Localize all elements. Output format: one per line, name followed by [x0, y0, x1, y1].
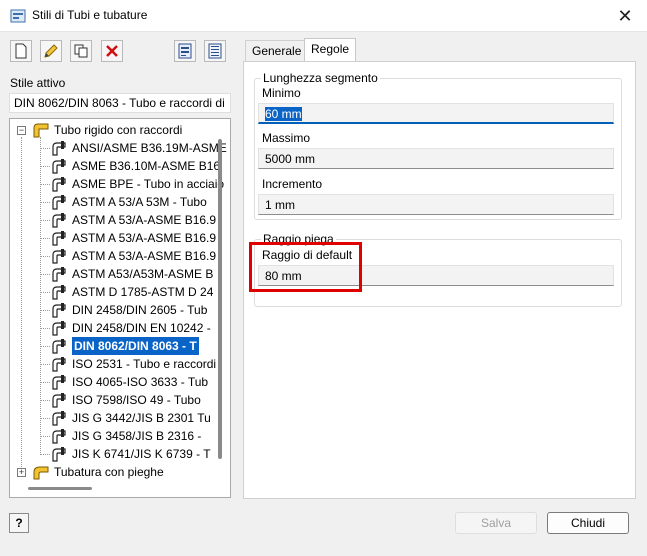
tree-node-label: Tubo rigido con raccordi [54, 123, 183, 137]
close-button[interactable]: Chiudi [547, 512, 629, 534]
tree-item-label: DIN 2458/DIN EN 10242 - [72, 321, 211, 335]
tree-item-style[interactable]: JIS G 3442/JIS B 2301 Tu [10, 409, 216, 427]
pipe-fitting-icon [52, 267, 66, 282]
tree-item-label: ASTM A 53/A 53M - Tubo [72, 195, 207, 209]
increment-label: Incremento [262, 177, 323, 191]
tree-item-label: ASTM A 53/A-ASME B16.9 [72, 249, 217, 263]
delete-style-button[interactable] [101, 40, 123, 62]
title-bar: Stili di Tubi e tubature ✕ [0, 0, 647, 32]
tree-item-style[interactable]: ASTM A 53/A 53M - Tubo [10, 193, 216, 211]
pipe-fitting-icon [52, 231, 66, 246]
pipe-fitting-icon [52, 375, 66, 390]
tree-item-style[interactable]: ASTM D 1785-ASTM D 24 [10, 283, 216, 301]
tree-item-label: ASTM A 53/A-ASME B16.9 [72, 213, 217, 227]
pipe-fitting-icon [52, 177, 66, 192]
edit-pencil-icon [44, 44, 58, 58]
app-icon [10, 9, 26, 23]
tree-item-label: ANSI/ASME B36.19M-ASME [72, 141, 227, 155]
tree-item-style[interactable]: ISO 4065-ISO 3633 - Tub [10, 373, 216, 391]
tree-item-label: DIN 2458/DIN 2605 - Tub [72, 303, 208, 317]
style-tree[interactable]: − Tubo rigido con raccordi ANSI/ASME B36… [9, 118, 231, 498]
increment-input[interactable]: 1 mm [258, 194, 614, 215]
close-window-button[interactable]: ✕ [613, 4, 637, 28]
tree-item-style[interactable]: ISO 7598/ISO 49 - Tubo [10, 391, 216, 409]
pipe-fitting-icon [52, 339, 66, 354]
tree-item-style[interactable]: ASTM A53/A53M-ASME B [10, 265, 216, 283]
pipe-fitting-icon [52, 357, 66, 372]
active-style-field: DIN 8062/DIN 8063 - Tubo e raccordi di [9, 93, 231, 113]
tree-item-label: JIS G 3458/JIS B 2316 - [72, 429, 202, 443]
pipe-folder-icon [33, 123, 49, 138]
tree-item-label: JIS G 3442/JIS B 2301 Tu [72, 411, 211, 425]
tree-node-label: Tubatura con pieghe [54, 465, 164, 479]
tree-item-style[interactable]: DIN 8062/DIN 8063 - T [10, 337, 216, 355]
tree-node-bent-pipe[interactable]: + Tubatura con pieghe [10, 463, 220, 481]
import-icon [178, 43, 192, 59]
copy-icon [74, 44, 88, 58]
tree-node-rigid-pipe[interactable]: − Tubo rigido con raccordi [10, 121, 220, 139]
window-title: Stili di Tubi e tubature [32, 8, 148, 22]
tab-generale[interactable]: Generale [245, 40, 309, 62]
tree-item-label: ASME BPE - Tubo in acciaio [72, 177, 225, 191]
tree-item-style[interactable]: ISO 2531 - Tubo e raccordi [10, 355, 216, 373]
tree-item-style[interactable]: ASTM A 53/A-ASME B16.9 [10, 229, 216, 247]
pipe-fitting-icon [52, 159, 66, 174]
pipe-fitting-icon [52, 213, 66, 228]
min-length-input[interactable]: 60 mm [258, 103, 614, 124]
tree-item-style[interactable]: ASME BPE - Tubo in acciaio [10, 175, 224, 193]
pipe-fitting-icon [52, 141, 66, 156]
pipe-fitting-icon [52, 429, 66, 444]
pipe-fitting-icon [52, 321, 66, 336]
tree-item-style[interactable]: DIN 2458/DIN EN 10242 - [10, 319, 216, 337]
tree-item-style[interactable]: DIN 2458/DIN 2605 - Tub [10, 301, 216, 319]
tree-item-label: ASTM A 53/A-ASME B16.9 [72, 231, 217, 245]
pipe-fitting-icon [52, 447, 66, 462]
tree-horizontal-scrollbar[interactable] [28, 487, 92, 490]
pipe-fitting-icon [52, 285, 66, 300]
tab-regole[interactable]: Regole [304, 38, 357, 62]
pipe-fitting-icon [52, 249, 66, 264]
tree-item-label: ISO 7598/ISO 49 - Tubo [72, 393, 201, 407]
collapse-toggle[interactable]: − [17, 126, 26, 135]
active-style-label: Stile attivo [10, 76, 66, 90]
export-button[interactable] [204, 40, 226, 62]
tree-item-label: ISO 2531 - Tubo e raccordi [72, 357, 217, 371]
expand-toggle[interactable]: + [17, 468, 26, 477]
tree-item-label: JIS K 6741/JIS K 6739 - T [72, 447, 211, 461]
pipe-fitting-icon [52, 393, 66, 408]
tree-item-label: ASTM A53/A53M-ASME B [72, 267, 214, 281]
tree-item-style[interactable]: ASTM A 53/A-ASME B16.9 [10, 247, 216, 265]
new-style-icon [15, 43, 27, 59]
edit-style-button[interactable] [40, 40, 62, 62]
delete-x-icon [106, 45, 118, 57]
tree-vertical-scrollbar[interactable] [218, 139, 222, 459]
max-length-label: Massimo [262, 131, 311, 145]
pipe-fitting-icon [52, 303, 66, 318]
new-style-button[interactable] [10, 40, 32, 62]
tree-item-style[interactable]: ASTM A 53/A-ASME B16.9 [10, 211, 216, 229]
tree-item-label: ASTM D 1785-ASTM D 24 [72, 285, 214, 299]
help-button[interactable]: ? [9, 513, 29, 533]
pipe-fitting-icon [52, 411, 66, 426]
min-length-label: Minimo [262, 86, 301, 100]
import-button[interactable] [174, 40, 196, 62]
max-length-input[interactable]: 5000 mm [258, 148, 614, 169]
tree-item-style[interactable]: ANSI/ASME B36.19M-ASME [10, 139, 227, 157]
save-button[interactable]: Salva [455, 512, 537, 534]
segment-length-title: Lunghezza segmento [261, 71, 380, 85]
export-icon [208, 43, 222, 59]
tree-item-label: ISO 4065-ISO 3633 - Tub [72, 375, 209, 389]
annotation-highlight-box [249, 242, 362, 292]
tree-item-label: ASME B36.10M-ASME B16 [72, 159, 221, 173]
tree-item-style[interactable]: JIS G 3458/JIS B 2316 - [10, 427, 216, 445]
tree-item-style[interactable]: ASME B36.10M-ASME B16 [10, 157, 220, 175]
tree-item-label: DIN 8062/DIN 8063 - T [72, 337, 199, 355]
bent-pipe-folder-icon [33, 466, 49, 480]
tree-item-style[interactable]: JIS K 6741/JIS K 6739 - T [10, 445, 216, 463]
copy-style-button[interactable] [70, 40, 92, 62]
pipe-fitting-icon [52, 195, 66, 210]
